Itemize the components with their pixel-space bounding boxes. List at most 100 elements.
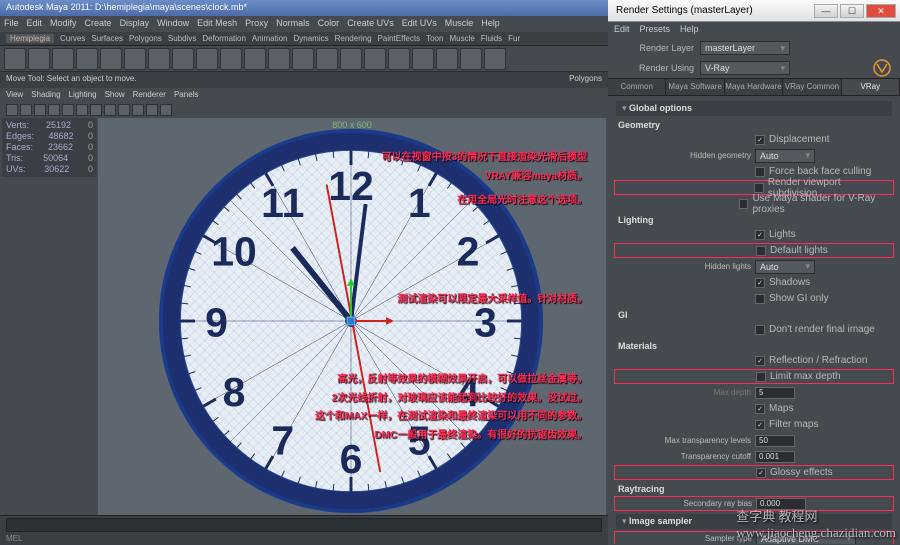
viewport-menubar[interactable]: View Shading Lighting Show Renderer Panels [0, 88, 608, 102]
vp-icon[interactable] [160, 104, 172, 116]
checkbox-viewport-subdiv[interactable] [754, 183, 764, 193]
shelf-icon[interactable] [52, 48, 74, 70]
shelf-tab-polygons[interactable]: Polygons [129, 34, 162, 43]
vp-icon[interactable] [118, 104, 130, 116]
menu-proxy[interactable]: Proxy [245, 18, 268, 28]
time-slider[interactable]: MEL [0, 515, 608, 545]
shelf-tab-hemiplegia[interactable]: Hemiplegia [6, 34, 54, 43]
max-transp-input[interactable] [755, 435, 795, 447]
vp-icon[interactable] [6, 104, 18, 116]
shelf-tab-subdivs[interactable]: Subdivs [168, 34, 196, 43]
shelf-tab-fur[interactable]: Fur [508, 34, 520, 43]
checkbox-default-lights[interactable] [756, 246, 766, 256]
checkbox-displacement[interactable] [755, 135, 765, 145]
tab-vray[interactable]: VRay [842, 79, 900, 95]
shelf-icon[interactable] [388, 48, 410, 70]
shelf-tab-dynamics[interactable]: Dynamics [294, 34, 329, 43]
vp-icon[interactable] [20, 104, 32, 116]
checkbox-lights[interactable] [755, 230, 765, 240]
vp-menu-lighting[interactable]: Lighting [69, 90, 97, 99]
main-menubar[interactable]: FileEditModifyCreateDisplayWindowEdit Me… [0, 16, 608, 32]
max-depth-input[interactable] [755, 387, 795, 399]
shelf-icon[interactable] [484, 48, 506, 70]
rs-body-scroll[interactable]: Global options Geometry Displacement Hid… [608, 96, 900, 544]
shelf-icon[interactable] [268, 48, 290, 70]
shelf-icon[interactable] [316, 48, 338, 70]
tab-maya-software[interactable]: Maya Software [666, 79, 724, 95]
shelf-icon[interactable] [172, 48, 194, 70]
checkbox-glossy-effects[interactable] [756, 468, 766, 478]
shelf-icon[interactable] [244, 48, 266, 70]
shelf-tab-fluids[interactable]: Fluids [481, 34, 502, 43]
hidden-geometry-select[interactable]: Auto [755, 149, 815, 163]
shelf-icon[interactable] [28, 48, 50, 70]
menu-normals[interactable]: Normals [276, 18, 310, 28]
shelf-icon[interactable] [412, 48, 434, 70]
menu-window[interactable]: Window [157, 18, 189, 28]
vp-icon[interactable] [104, 104, 116, 116]
menu-create[interactable]: Create [85, 18, 112, 28]
vp-icon[interactable] [76, 104, 88, 116]
shelf-icon[interactable] [4, 48, 26, 70]
close-button[interactable]: ✕ [866, 4, 896, 18]
vp-menu-panels[interactable]: Panels [174, 90, 198, 99]
menu-help[interactable]: Help [481, 18, 500, 28]
tab-vray-common[interactable]: VRay Common [783, 79, 841, 95]
vp-icon[interactable] [132, 104, 144, 116]
vp-menu-renderer[interactable]: Renderer [133, 90, 166, 99]
vp-icon[interactable] [90, 104, 102, 116]
shelf-tab-surfaces[interactable]: Surfaces [91, 34, 123, 43]
viewport-toolbar[interactable] [0, 102, 608, 116]
checkbox-force-backface[interactable] [755, 167, 765, 177]
shelf-icon[interactable] [436, 48, 458, 70]
menu-editmesh[interactable]: Edit Mesh [197, 18, 237, 28]
shelf-tabs[interactable]: Hemiplegia Curves Surfaces Polygons Subdivs D… [0, 32, 608, 46]
shelf-icon[interactable] [124, 48, 146, 70]
shelf-tab-muscle2[interactable]: Muscle [449, 34, 474, 43]
render-using-select[interactable]: V-Ray [700, 61, 790, 75]
render-settings-window[interactable]: Render Settings (masterLayer) — ☐ ✕ Edit… [608, 0, 900, 545]
checkbox-limit-max-depth[interactable] [756, 372, 766, 382]
shelf-icon[interactable] [220, 48, 242, 70]
menu-createuvs[interactable]: Create UVs [347, 18, 394, 28]
vp-menu-show[interactable]: Show [105, 90, 125, 99]
vp-icon[interactable] [48, 104, 60, 116]
maximize-button[interactable]: ☐ [840, 4, 864, 18]
menu-display[interactable]: Display [120, 18, 150, 28]
shelf-buttons[interactable] [0, 46, 608, 72]
shelf-icon[interactable] [460, 48, 482, 70]
hidden-lights-select[interactable]: Auto [755, 260, 815, 274]
rs-titlebar[interactable]: Render Settings (masterLayer) — ☐ ✕ [608, 0, 900, 22]
vp-icon[interactable] [34, 104, 46, 116]
shelf-tab-curves[interactable]: Curves [60, 34, 85, 43]
shelf-tab-deformation[interactable]: Deformation [202, 34, 246, 43]
section-global-options[interactable]: Global options [616, 101, 892, 116]
tab-maya-hardware[interactable]: Maya Hardware [725, 79, 783, 95]
shelf-tab-animation[interactable]: Animation [252, 34, 288, 43]
time-track[interactable] [6, 518, 602, 532]
shelf-icon[interactable] [364, 48, 386, 70]
rs-menu-help[interactable]: Help [680, 24, 699, 34]
shelf-icon[interactable] [196, 48, 218, 70]
shelf-tab-painteffects[interactable]: PaintEffects [378, 34, 421, 43]
shelf-icon[interactable] [100, 48, 122, 70]
menu-edituvs[interactable]: Edit UVs [402, 18, 437, 28]
tab-common[interactable]: Common [608, 79, 666, 95]
vp-icon[interactable] [62, 104, 74, 116]
transp-cutoff-input[interactable] [755, 451, 795, 463]
checkbox-shadows[interactable] [755, 278, 765, 288]
checkbox-gi-only[interactable] [755, 294, 765, 304]
vp-menu-view[interactable]: View [6, 90, 23, 99]
menu-muscle[interactable]: Muscle [445, 18, 474, 28]
vp-menu-shading[interactable]: Shading [31, 90, 60, 99]
menu-color[interactable]: Color [318, 18, 340, 28]
rs-menu-edit[interactable]: Edit [614, 24, 630, 34]
shelf-icon[interactable] [340, 48, 362, 70]
render-layer-select[interactable]: masterLayer [700, 41, 790, 55]
checkbox-dont-render-final[interactable] [755, 325, 765, 335]
menu-modify[interactable]: Modify [50, 18, 77, 28]
checkbox-maps[interactable] [755, 404, 765, 414]
menu-file[interactable]: File [4, 18, 19, 28]
shelf-icon[interactable] [148, 48, 170, 70]
minimize-button[interactable]: — [814, 4, 838, 18]
